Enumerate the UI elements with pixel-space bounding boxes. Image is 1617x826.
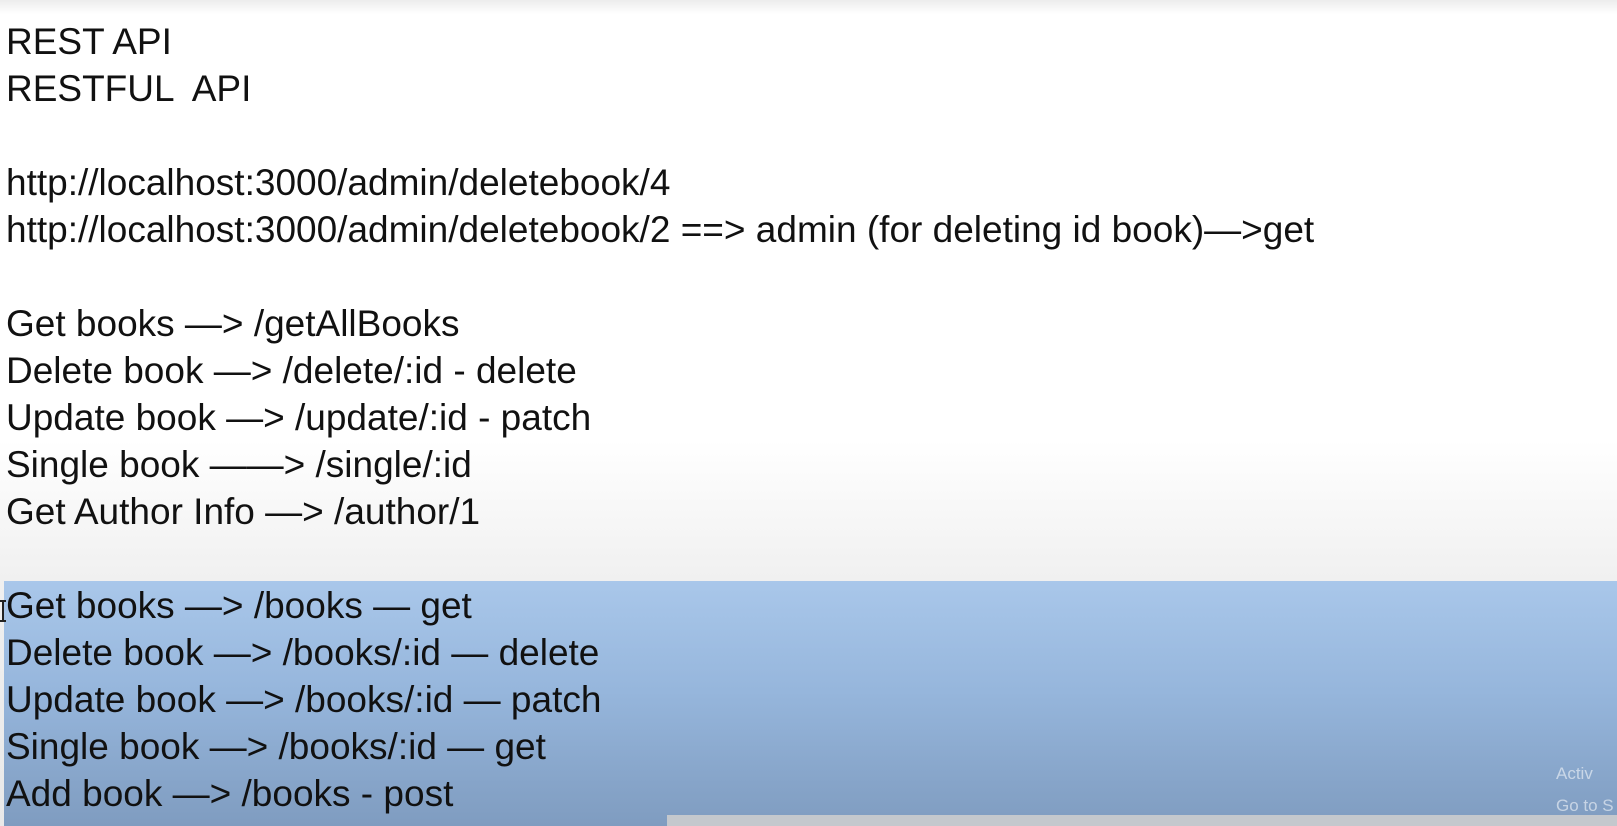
text-line: Single book ——> /single/:id — [6, 444, 472, 485]
activation-watermark-line2: Go to S — [1556, 796, 1614, 815]
text-line: RESTFUL API — [6, 68, 252, 109]
text-line: http://localhost:3000/admin/deletebook/4 — [6, 162, 671, 203]
horizontal-scrollbar[interactable] — [667, 815, 1617, 826]
text-cursor-icon — [0, 600, 6, 622]
selected-text-line: Delete book —> /books/:id — delete — [6, 632, 600, 673]
selected-text-line: Add book —> /books - post — [6, 773, 454, 814]
text-line: Get books —> /getAllBooks — [6, 303, 460, 344]
text-line: REST API — [6, 21, 172, 62]
text-line: Get Author Info —> /author/1 — [6, 491, 481, 532]
text-line: http://localhost:3000/admin/deletebook/2… — [6, 209, 1315, 250]
selected-text-line: Get books —> /books — get — [6, 585, 472, 626]
activation-watermark-line1: Activ — [1556, 764, 1593, 783]
text-editor[interactable]: REST API RESTFUL API http://localhost:30… — [0, 0, 1617, 826]
selected-text-line: Update book —> /books/:id — patch — [6, 679, 602, 720]
text-line: Delete book —> /delete/:id - delete — [6, 350, 577, 391]
selected-text-line: Single book —> /books/:id — get — [6, 726, 546, 767]
text-line: Update book —> /update/:id - patch — [6, 397, 592, 438]
